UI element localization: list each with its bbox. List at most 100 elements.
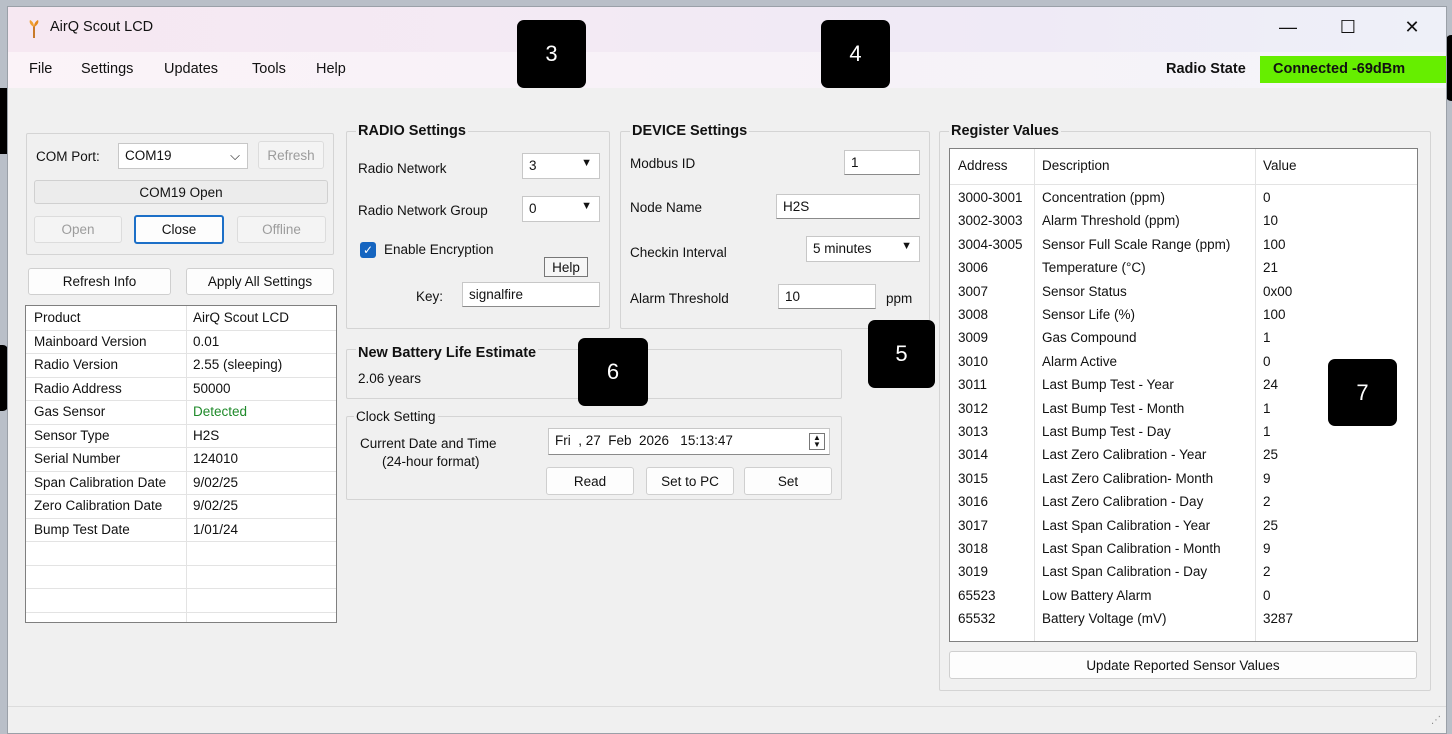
register-table-header: Address Description Value: [950, 155, 1417, 179]
refresh-ports-button[interactable]: Refresh: [258, 141, 324, 169]
table-row[interactable]: 3018 Last Span Calibration - Month 9: [950, 538, 1417, 562]
register-value: 0x00: [1263, 283, 1293, 299]
info-field-value: 9/02/25: [193, 498, 239, 513]
register-description: Last Zero Calibration - Year: [1042, 447, 1207, 463]
alarm-threshold-unit: ppm: [886, 291, 913, 306]
info-field-name: Radio Address: [34, 380, 122, 396]
resize-grip-icon[interactable]: ⋰: [1431, 715, 1441, 726]
menu-updates[interactable]: Updates: [164, 61, 218, 77]
register-address: 65523: [958, 587, 996, 603]
register-value: 100: [1263, 236, 1286, 252]
column-header[interactable]: Description: [1042, 158, 1110, 173]
table-row: Serial Number 124010: [26, 448, 336, 472]
dropdown-arrow-icon: ▼: [901, 240, 912, 252]
register-description: Concentration (ppm): [1042, 190, 1166, 205]
datetime-value: Fri , 27 Feb 2026 15:13:47: [555, 433, 733, 448]
encryption-key-input[interactable]: signalfire: [462, 282, 600, 307]
status-bar: ⋰: [8, 706, 1446, 733]
callout-3: 3: [517, 20, 586, 88]
table-row[interactable]: 3007 Sensor Status 0x00: [950, 281, 1417, 305]
modbus-id-input[interactable]: 1: [844, 150, 920, 175]
radio-state-value: Connected -69dBm: [1260, 56, 1446, 83]
table-row[interactable]: 3006 Temperature (°C) 21: [950, 257, 1417, 281]
table-row: Mainboard Version 0.01: [26, 331, 336, 354]
node-name-input[interactable]: H2S: [776, 194, 920, 219]
table-row[interactable]: 3019 Last Span Calibration - Day 2: [950, 561, 1417, 585]
close-port-button[interactable]: Close: [134, 215, 224, 244]
close-window-button[interactable]: ✕: [1390, 7, 1434, 47]
datetime-picker[interactable]: Fri , 27 Feb 2026 15:13:47 ▲ ▼: [548, 428, 830, 455]
window-title: AirQ Scout LCD: [50, 19, 154, 35]
register-value: 25: [1263, 447, 1279, 463]
radio-network-select[interactable]: 3 ▼: [522, 153, 600, 179]
dropdown-arrow-icon: ▼: [581, 157, 592, 169]
menu-settings[interactable]: Settings: [81, 61, 133, 77]
menu-tools[interactable]: Tools: [252, 61, 286, 77]
clock-label-line2: (24-hour format): [382, 454, 480, 469]
register-description: Last Bump Test - Year: [1042, 377, 1174, 393]
checkin-interval-select[interactable]: 5 minutes ▼: [806, 236, 920, 262]
minimize-button[interactable]: —: [1266, 7, 1310, 47]
refresh-info-button[interactable]: Refresh Info: [28, 268, 171, 295]
register-description: Alarm Threshold (ppm): [1042, 213, 1180, 229]
info-field-name: Product: [34, 310, 81, 325]
com-port-select[interactable]: COM19 ⌵: [118, 143, 248, 169]
key-label: Key:: [416, 289, 444, 304]
radio-network-value: 3: [529, 158, 537, 173]
table-row: Bump Test Date 1/01/24: [26, 519, 336, 542]
table-row[interactable]: 65523 Low Battery Alarm 0: [950, 585, 1417, 609]
table-row[interactable]: 3015 Last Zero Calibration- Month 9: [950, 468, 1417, 492]
table-row[interactable]: 3000-3001 Concentration (ppm) 0: [950, 187, 1417, 211]
register-description: Last Span Calibration - Year: [1042, 517, 1211, 533]
info-field-name: Sensor Type: [34, 427, 110, 443]
register-description: Sensor Full Scale Range (ppm): [1042, 236, 1231, 252]
register-description: Last Bump Test - Day: [1042, 424, 1171, 439]
register-value: 0: [1263, 587, 1271, 603]
table-row: Product AirQ Scout LCD: [26, 307, 336, 331]
open-port-button[interactable]: Open: [34, 216, 122, 243]
set-clock-button[interactable]: Set: [744, 467, 832, 495]
info-field-value: 0.01: [193, 333, 220, 349]
maximize-button[interactable]: ☐: [1326, 7, 1370, 47]
device-settings-title: DEVICE Settings: [630, 123, 750, 139]
checkin-interval-label: Checkin Interval: [630, 245, 727, 260]
table-row[interactable]: 3008 Sensor Life (%) 100: [950, 304, 1417, 328]
info-field-value: 9/02/25: [193, 474, 239, 490]
table-row[interactable]: 3016 Last Zero Calibration - Day 2: [950, 491, 1417, 515]
register-value: 0: [1263, 190, 1271, 205]
spinner-icon[interactable]: ▲ ▼: [809, 433, 825, 450]
radio-settings-title: RADIO Settings: [356, 123, 468, 139]
info-field-value: 50000: [193, 380, 231, 396]
menu-help[interactable]: Help: [316, 61, 346, 77]
info-field-name: Span Calibration Date: [34, 474, 167, 490]
column-header[interactable]: Address: [958, 158, 1008, 173]
radio-network-group-select[interactable]: 0 ▼: [522, 196, 600, 222]
com-port-value: COM19: [125, 148, 172, 163]
apply-all-settings-button[interactable]: Apply All Settings: [186, 268, 334, 295]
table-row[interactable]: 3009 Gas Compound 1: [950, 327, 1417, 351]
update-sensor-values-button[interactable]: Update Reported Sensor Values: [949, 651, 1417, 679]
enable-encryption-checkbox[interactable]: ✓: [360, 242, 376, 258]
com-port-label: COM Port:: [36, 149, 100, 164]
offline-button[interactable]: Offline: [237, 216, 326, 243]
register-description: Sensor Life (%): [1042, 307, 1136, 322]
register-value: 21: [1263, 260, 1279, 276]
table-row[interactable]: 3014 Last Zero Calibration - Year 25: [950, 444, 1417, 468]
register-address: 3011: [958, 377, 988, 393]
read-clock-button[interactable]: Read: [546, 467, 634, 495]
table-row: Radio Address 50000: [26, 378, 336, 401]
alarm-threshold-input[interactable]: 10: [778, 284, 876, 309]
enable-encryption-label[interactable]: Enable Encryption: [384, 242, 494, 257]
set-to-pc-button[interactable]: Set to PC: [646, 467, 734, 495]
table-row[interactable]: 3017 Last Span Calibration - Year 25: [950, 515, 1417, 539]
menu-file[interactable]: File: [29, 61, 52, 77]
encryption-help-button[interactable]: Help: [544, 257, 588, 277]
register-address: 3007: [958, 283, 989, 299]
register-address: 3000-3001: [958, 190, 1023, 205]
register-address: 3008: [958, 307, 989, 322]
table-row[interactable]: 3004-3005 Sensor Full Scale Range (ppm) 10…: [950, 234, 1417, 258]
clock-label-line1: Current Date and Time: [360, 436, 497, 451]
table-row[interactable]: 3002-3003 Alarm Threshold (ppm) 10: [950, 210, 1417, 234]
table-row[interactable]: 65532 Battery Voltage (mV) 3287: [950, 608, 1417, 632]
column-header[interactable]: Value: [1263, 158, 1297, 173]
